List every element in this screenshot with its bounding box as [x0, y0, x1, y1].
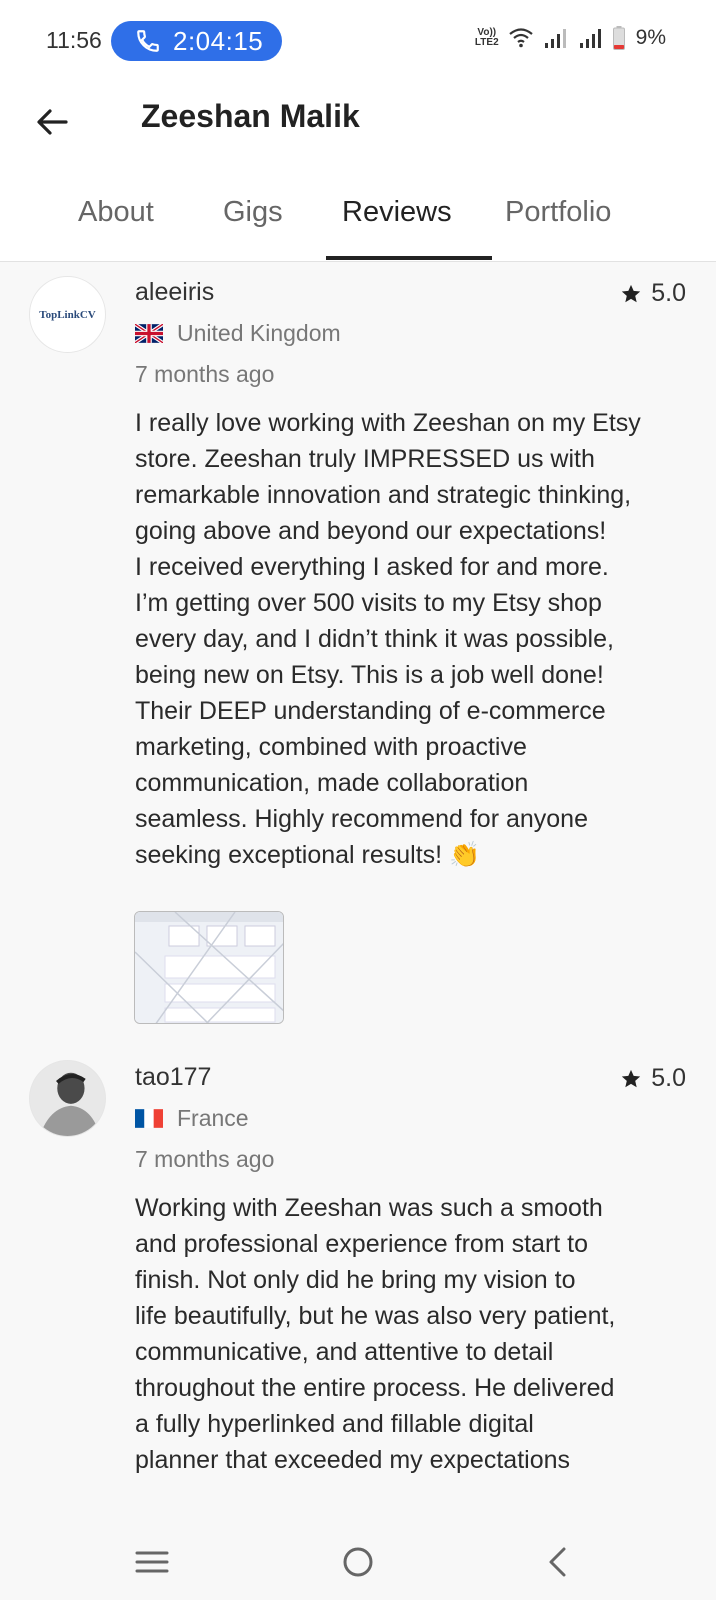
- review-line: communicative, and attentive to detail: [135, 1338, 554, 1366]
- star-icon: [622, 284, 641, 302]
- rating-value: 5.0: [651, 1064, 686, 1092]
- review-line: planner that exceeded my expectations: [135, 1446, 570, 1474]
- review-line: seamless. Highly recommend for anyone: [135, 805, 588, 833]
- reviewer-country: United Kingdom: [135, 320, 341, 347]
- review-line: being new on Etsy. This is a job well do…: [135, 661, 604, 689]
- rating-value: 5.0: [651, 279, 686, 307]
- avatar-logo: TopLinkCV: [39, 308, 96, 321]
- system-navigation-bar: [0, 1520, 716, 1600]
- phone-icon: [137, 30, 159, 52]
- tab-gigs[interactable]: Gigs: [223, 196, 283, 249]
- battery-percent: 9%: [635, 26, 666, 49]
- review-line: remarkable innovation and strategic thin…: [135, 481, 632, 509]
- country-name: France: [177, 1105, 249, 1131]
- status-bar: 11:56 2:04:15 Vo)) LTE2 9%: [0, 0, 716, 82]
- home-icon[interactable]: [338, 1542, 378, 1582]
- review-time: 7 months ago: [135, 361, 275, 387]
- review-line: marketing, combined with proactive: [135, 733, 527, 761]
- review-attachment-thumbnail[interactable]: [134, 911, 284, 1024]
- review-line: seeking exceptional results! 👏: [135, 841, 481, 869]
- review-line: I received everything I asked for and mo…: [135, 553, 609, 581]
- review-rating: 5.0: [620, 279, 686, 308]
- review-line: store. Zeeshan truly IMPRESSED us with: [135, 445, 595, 473]
- status-time: 11:56: [46, 27, 102, 53]
- avatar-photo: [30, 1061, 105, 1136]
- recent-apps-icon[interactable]: [132, 1542, 172, 1582]
- review-line: going above and beyond our expectations!: [135, 517, 607, 545]
- review-line: Working with Zeeshan was such a smooth: [135, 1194, 603, 1222]
- review-line: I’m getting over 500 visits to my Etsy s…: [135, 589, 602, 617]
- reviewer-username[interactable]: tao177: [135, 1063, 211, 1092]
- review-line: Their DEEP understanding of e-commerce: [135, 697, 606, 725]
- status-icons: Vo)) LTE2 9%: [475, 26, 666, 50]
- review-card: TopLinkCV aleeiris 5.0 United Kingdom 7 …: [0, 262, 716, 1032]
- wifi-icon: [508, 28, 533, 48]
- call-timer: 2:04:15: [173, 25, 264, 56]
- review-line: and professional experience from start t…: [135, 1230, 589, 1258]
- review-line: communication, made collaboration: [135, 769, 529, 797]
- tab-about[interactable]: About: [78, 196, 154, 249]
- review-line: a fully hyperlinked and fillable digital: [135, 1410, 534, 1438]
- page-title: Zeeshan Malik: [141, 98, 360, 134]
- uk-flag-icon: [135, 324, 163, 343]
- app-header: Zeeshan Malik: [0, 82, 716, 180]
- review-line: life beautifully, but he was also very p…: [135, 1302, 616, 1330]
- battery-icon: [612, 26, 625, 50]
- ongoing-call-pill[interactable]: 2:04:15: [111, 21, 282, 61]
- review-time: 7 months ago: [135, 1146, 275, 1172]
- back-nav-icon[interactable]: [539, 1542, 579, 1582]
- avatar[interactable]: [29, 1060, 106, 1137]
- review-text: I really love working with Zeeshan on my…: [135, 405, 690, 873]
- volte-icon: Vo)) LTE2: [474, 27, 499, 48]
- review-text: Working with Zeeshan was such a smooth a…: [135, 1190, 690, 1478]
- reviewer-username[interactable]: aleeiris: [135, 278, 214, 307]
- reviewer-country: France: [135, 1105, 249, 1132]
- country-name: United Kingdom: [177, 320, 341, 346]
- star-icon: [622, 1069, 641, 1087]
- tab-portfolio[interactable]: Portfolio: [505, 196, 611, 249]
- review-line: finish. Not only did he bring my vision …: [135, 1266, 576, 1294]
- review-line: throughout the entire process. He delive…: [135, 1374, 615, 1402]
- back-arrow-icon[interactable]: [32, 102, 72, 142]
- tab-reviews[interactable]: Reviews: [342, 196, 452, 249]
- review-line: every day, and I didn’t think it was pos…: [135, 625, 614, 653]
- avatar[interactable]: TopLinkCV: [29, 276, 106, 353]
- review-card: tao177 5.0 France 7 months ago Working w…: [0, 1047, 716, 1517]
- signal-icon-1: [544, 29, 566, 48]
- france-flag-icon: [135, 1109, 163, 1128]
- active-tab-indicator: [326, 256, 492, 260]
- review-rating: 5.0: [620, 1064, 686, 1093]
- screenshot-thumbnail-image: [135, 912, 283, 1023]
- review-line: I really love working with Zeeshan on my…: [135, 409, 641, 437]
- tab-bar: About Gigs Reviews Portfolio: [0, 180, 716, 262]
- signal-icon-2: [579, 29, 601, 48]
